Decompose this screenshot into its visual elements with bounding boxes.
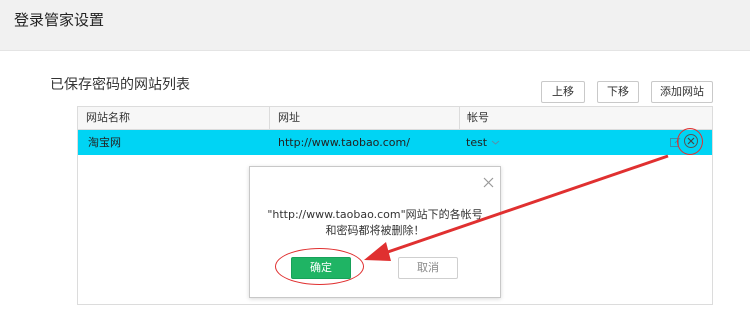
annotation-arrow [364,154,669,261]
